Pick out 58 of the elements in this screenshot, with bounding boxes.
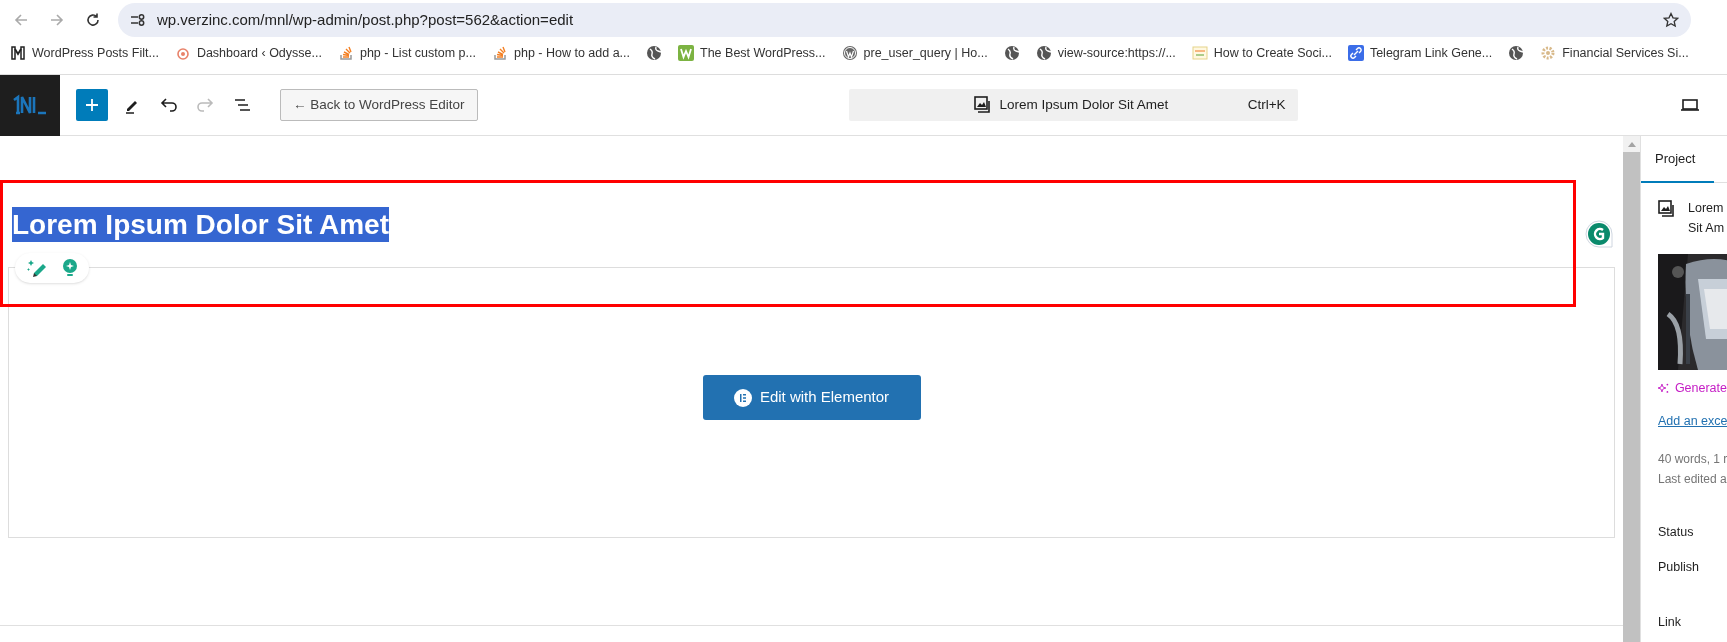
field-label: Publish <box>1658 559 1700 577</box>
generate-link[interactable]: Generate <box>1674 379 1727 398</box>
gear-icon <box>1540 45 1557 61</box>
bookmark[interactable]: Telegram Link Gene... <box>1339 40 1501 66</box>
command-bar-title: Lorem Ipsum Dolor Sit Amet <box>999 95 1169 114</box>
sparkle-icon <box>1658 382 1669 394</box>
desktop-preview-icon[interactable] <box>1680 97 1699 113</box>
bookmark[interactable]: The Best WordPress... <box>670 40 834 66</box>
bookmark[interactable]: WordPress Posts Filt... <box>2 40 167 66</box>
sidebar-tab[interactable]: Project <box>1641 136 1714 183</box>
logo-icon <box>12 94 48 116</box>
add-excerpt-link[interactable]: Add an exce <box>1658 411 1727 431</box>
edit-with-elementor-button[interactable]: Edit with Elementor <box>702 375 921 420</box>
site-logo[interactable] <box>0 74 60 136</box>
m-logo-icon <box>10 45 26 61</box>
site-settings-icon[interactable] <box>130 12 146 28</box>
back-to-editor-button[interactable]: ← Back to WordPress Editor <box>280 89 478 121</box>
wordpress-icon <box>841 45 858 61</box>
undo-icon[interactable] <box>160 96 178 114</box>
plus-icon <box>85 98 99 112</box>
address-bar[interactable]: wp.verzinc.com/mnl/wp-admin/post.php?post=562&action=edit <box>118 3 1691 37</box>
post-title[interactable]: Lorem Ipsum Dolor Sit Amet <box>12 207 389 242</box>
add-block-button[interactable] <box>76 89 108 121</box>
bookmark[interactable]: Dashboard ‹ Odysse... <box>166 40 330 66</box>
globe-icon <box>1003 45 1020 61</box>
stack-icon <box>492 45 508 61</box>
stack-icon <box>337 45 354 61</box>
post-icon <box>973 96 992 114</box>
list-view-icon[interactable] <box>233 96 253 114</box>
reload-icon[interactable] <box>85 12 101 28</box>
lightbulb-icon[interactable] <box>60 258 79 278</box>
url-text: wp.verzinc.com/mnl/wp-admin/post.php?post=562&action=edit <box>157 9 574 30</box>
w-logo-icon <box>678 45 695 61</box>
post-title-text: Sit Am <box>1688 220 1725 237</box>
field-label: Status <box>1658 523 1695 541</box>
scrollbar[interactable] <box>1623 136 1640 642</box>
post-meta-text: 40 words, 1 r <box>1658 450 1727 468</box>
grammarly-icon[interactable] <box>1585 220 1613 248</box>
note-icon <box>1191 45 1208 61</box>
command-bar[interactable]: Lorem Ipsum Dolor Sit Amet Ctrl+K <box>848 89 1298 121</box>
post-meta-text: Last edited a <box>1658 470 1727 488</box>
link-icon <box>1347 45 1364 61</box>
bookmark[interactable]: pre_user_query | Ho... <box>833 40 996 66</box>
bookmark[interactable]: Financial Services Si... <box>1532 40 1697 66</box>
bookmark[interactable]: php - How to add a... <box>484 40 639 66</box>
globe-icon <box>1508 45 1525 61</box>
post-icon <box>1658 200 1676 218</box>
bookmark[interactable]: view-source:https://... <box>1027 40 1184 66</box>
globe-icon <box>646 45 663 61</box>
post-title-text: Lorem <box>1688 200 1725 217</box>
bookmark[interactable]: php - List custom p... <box>329 40 484 66</box>
elementor-icon <box>733 388 752 407</box>
shortcut-hint: Ctrl+K <box>1247 95 1286 114</box>
field-label: Link <box>1658 614 1682 631</box>
globe-icon <box>1035 45 1052 61</box>
magic-pencil-icon[interactable] <box>25 258 48 278</box>
bookmark-star-icon[interactable] <box>1663 12 1679 28</box>
bookmark[interactable]: How to Create Soci... <box>1183 40 1340 66</box>
